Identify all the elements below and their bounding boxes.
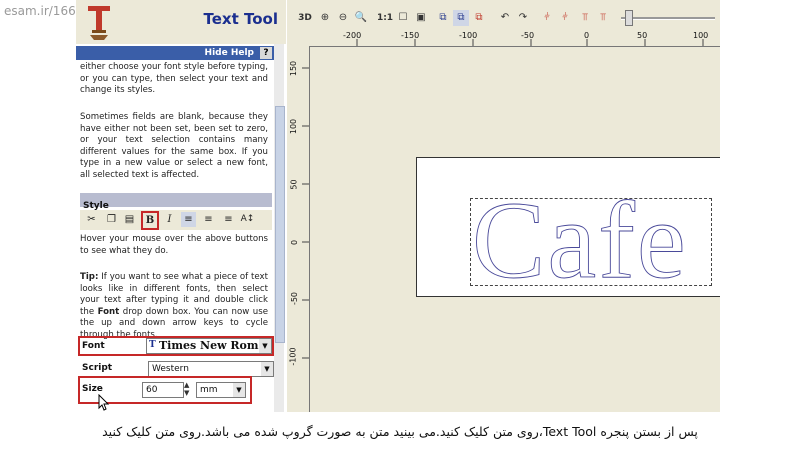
view-3d-button[interactable]: 3D	[295, 10, 315, 26]
hide-help-link[interactable]: Hide Help	[205, 46, 254, 60]
zoom-page-icon[interactable]: ☐	[395, 10, 411, 26]
align-horizontal-icon[interactable]: ⫩	[539, 10, 555, 26]
undo-icon[interactable]: ↶	[497, 10, 513, 26]
size-input[interactable]: 60	[142, 382, 184, 398]
ruler-label: 0	[584, 31, 590, 40]
left-ruler: 150 100 50 0 -50 -100	[288, 46, 310, 412]
ruler-label: -200	[343, 31, 362, 40]
help-paragraph-2: Sometimes fields are blank, because they…	[80, 112, 268, 180]
cut-icon[interactable]: ✂	[84, 212, 99, 227]
ruler-label: 50	[289, 179, 299, 190]
ruler-label: -50	[521, 31, 535, 40]
help-paragraph-3: Hover your mouse over the above buttons …	[80, 234, 268, 256]
design-canvas[interactable]: Cafe	[310, 47, 720, 412]
align-center-icon[interactable]: ≡	[201, 212, 216, 227]
style-section-header[interactable]: Style	[80, 193, 272, 211]
align-vertical-icon[interactable]: ⫪	[595, 10, 611, 26]
copy-icon[interactable]: ❐	[104, 212, 119, 227]
script-value: Western	[152, 364, 189, 374]
zoom-slider-track[interactable]	[621, 17, 715, 20]
chevron-down-icon[interactable]: ▼	[259, 339, 271, 353]
tip-font-word: Font	[97, 306, 120, 317]
zoom-out-icon[interactable]: ⊖	[335, 10, 351, 26]
zoom-selection-icon[interactable]: ▣	[413, 10, 429, 26]
design-window: 3D ⊕ ⊖ 🔍 1:1 ☐ ▣ ⧉ ⧉ ⧉ ↶ ↷ ⫩ ⫩ ⫪ ⫪ -200 …	[287, 0, 720, 412]
align-top-icon[interactable]: ⫪	[577, 10, 593, 26]
panel-header: Text Tool	[76, 0, 286, 44]
zoom-fit-icon[interactable]: 🔍	[353, 10, 369, 26]
size-label: Size	[82, 384, 103, 394]
ruler-label: 100	[693, 31, 709, 40]
align-center-h-icon[interactable]: ⫩	[557, 10, 573, 26]
help-bar: Hide Help ?	[76, 46, 274, 60]
script-row: Script Western ▼	[80, 360, 274, 377]
zoom-in-icon[interactable]: ⊕	[317, 10, 333, 26]
top-ruler: -200 -150 -100 -50 0 50 100	[309, 30, 720, 47]
chevron-down-icon[interactable]: ▼	[233, 383, 245, 397]
ruler-label: 0	[290, 239, 300, 246]
panel-scrollbar[interactable]	[274, 44, 285, 412]
ruler-label: -100	[459, 31, 478, 40]
font-dropdown[interactable]: T Times New Rom ▼	[146, 338, 272, 354]
tip-paragraph: Tip: If you want to see what a piece of …	[80, 272, 268, 342]
ruler-label: -150	[401, 31, 420, 40]
main-toolbar: 3D ⊕ ⊖ 🔍 1:1 ☐ ▣ ⧉ ⧉ ⧉ ↶ ↷ ⫩ ⫩ ⫪ ⫪	[287, 8, 720, 30]
ruler-label: -100	[288, 347, 298, 366]
align-right-icon[interactable]: ≡	[221, 212, 236, 227]
help-paragraph-1: either choose your font style before typ…	[80, 62, 268, 96]
caption-text: پس از بستن پنجره Text Tool،روی متن کلیک …	[102, 424, 698, 439]
scrollbar-thumb[interactable]	[275, 106, 285, 343]
font-value: Times New Rom	[159, 339, 259, 352]
script-dropdown[interactable]: Western ▼	[148, 361, 274, 377]
truetype-icon: T	[149, 340, 156, 350]
ruler-label: 50	[637, 31, 648, 40]
canvas-text: Cafe	[472, 195, 688, 287]
script-label: Script	[82, 363, 113, 373]
bold-button[interactable]: B	[141, 211, 159, 230]
ruler-label: 150	[289, 60, 299, 77]
unit-value: mm	[200, 385, 218, 395]
italic-button[interactable]: I	[162, 212, 177, 227]
ruler-label: 100	[289, 118, 299, 135]
group-icon[interactable]: ⧉	[435, 10, 451, 26]
paste-icon[interactable]: ▤	[122, 212, 137, 227]
cafe-text-object[interactable]: Cafe	[470, 195, 720, 287]
text-tool-panel: Text Tool Hide Help ? either choose your…	[76, 0, 286, 412]
tip-label: Tip:	[80, 272, 99, 282]
redo-icon[interactable]: ↷	[515, 10, 531, 26]
text-direction-icon[interactable]: A↕	[240, 212, 255, 227]
font-label: Font	[82, 341, 105, 351]
align-left-icon[interactable]: ≡	[181, 212, 196, 227]
unit-dropdown[interactable]: mm ▼	[196, 382, 246, 398]
style-toolbar: ✂ ❐ ▤ B I ≡ ≡ ≡ A↕	[80, 210, 272, 230]
size-value: 60	[146, 385, 158, 395]
chevron-down-icon[interactable]: ▼	[261, 362, 273, 376]
zoom-actual-button[interactable]: 1:1	[375, 10, 395, 26]
size-spinner-icon[interactable]: ▲ ▼	[184, 381, 189, 397]
arrange-icon[interactable]: ⧉	[453, 10, 469, 26]
text-tool-logo-icon	[88, 6, 110, 40]
ungroup-icon[interactable]: ⧉	[471, 10, 487, 26]
help-button[interactable]: ?	[260, 47, 272, 59]
mouse-cursor-icon	[98, 394, 110, 411]
panel-title: Text Tool	[203, 10, 278, 28]
font-row: Font T Times New Rom ▼	[78, 336, 274, 356]
zoom-slider-handle[interactable]	[625, 10, 633, 26]
ruler-label: -50	[290, 291, 300, 306]
